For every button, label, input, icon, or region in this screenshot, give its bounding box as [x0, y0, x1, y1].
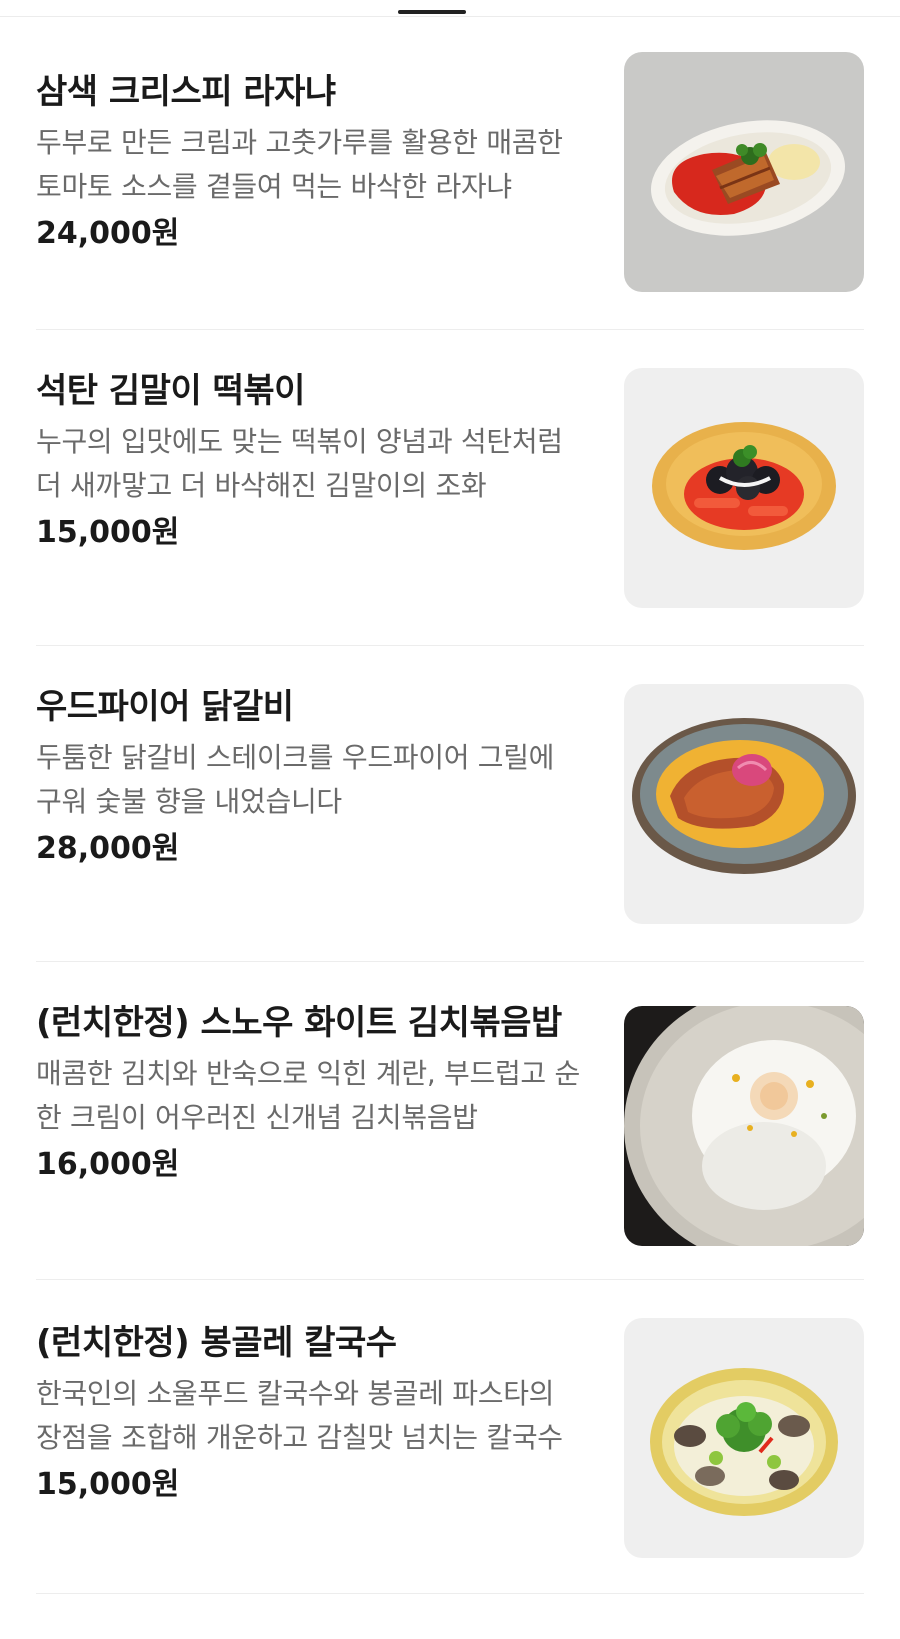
- menu-item-name: 삼색 크리스피 라자냐: [36, 72, 336, 112]
- kimchi-fried-rice-dish-photo[interactable]: [624, 1006, 864, 1246]
- drag-handle[interactable]: [398, 10, 466, 14]
- menu-item-name: 석탄 김말이 떡볶이: [36, 371, 305, 411]
- menu-item-name: 우드파이어 닭갈비: [36, 687, 294, 727]
- menu-item-price: 24,000원: [36, 216, 180, 251]
- menu-item[interactable]: 석탄 김말이 떡볶이 누구의 입맛에도 맞는 떡볶이 양념과 석탄처럼 더 새까…: [36, 330, 864, 646]
- menu-item-price: 15,000원: [36, 515, 180, 550]
- menu-item-description: 두부로 만든 크림과 고춧가루를 활용한 매콤한 토마토 소스를 곁들여 먹는 …: [36, 126, 563, 203]
- menu-item-text: (런치한정) 봉골레 칼국수 한국인의 소울푸드 칼국수와 봉골레 파스타의 장…: [36, 1320, 584, 1506]
- menu-item-price: 16,000원: [36, 1147, 180, 1182]
- menu-item-price: 15,000원: [36, 1467, 180, 1502]
- top-bar: [0, 0, 900, 17]
- menu-item-description: 누구의 입맛에도 맞는 떡볶이 양념과 석탄처럼 더 새까맣고 더 바삭해진 김…: [36, 425, 563, 502]
- menu-item-name: (런치한정) 봉골레 칼국수: [36, 1323, 397, 1363]
- dakgalbi-dish-photo[interactable]: [624, 684, 864, 924]
- menu-item-text: 석탄 김말이 떡볶이 누구의 입맛에도 맞는 떡볶이 양념과 석탄처럼 더 새까…: [36, 368, 584, 554]
- vongole-kalguksu-dish-photo[interactable]: [624, 1318, 864, 1558]
- menu-item-description: 한국인의 소울푸드 칼국수와 봉골레 파스타의 장점을 조합해 개운하고 감칠맛…: [36, 1377, 563, 1454]
- menu-item-text: 우드파이어 닭갈비 두툼한 닭갈비 스테이크를 우드파이어 그릴에 구워 숯불 …: [36, 684, 584, 870]
- menu-item-name: (런치한정) 스노우 화이트 김치볶음밥: [36, 1003, 562, 1043]
- tteokbokki-dish-photo[interactable]: [624, 368, 864, 608]
- lasagna-dish-photo[interactable]: [624, 52, 864, 292]
- menu-item-text: (런치한정) 스노우 화이트 김치볶음밥 매콤한 김치와 반숙으로 익힌 계란,…: [36, 1000, 584, 1186]
- menu-item-description: 매콤한 김치와 반숙으로 익힌 계란, 부드럽고 순한 크림이 어우러진 신개념…: [36, 1057, 580, 1134]
- menu-list: 삼색 크리스피 라자냐 두부로 만든 크림과 고춧가루를 활용한 매콤한 토마토…: [0, 17, 900, 1594]
- menu-item[interactable]: 우드파이어 닭갈비 두툼한 닭갈비 스테이크를 우드파이어 그릴에 구워 숯불 …: [36, 646, 864, 962]
- menu-item[interactable]: (런치한정) 봉골레 칼국수 한국인의 소울푸드 칼국수와 봉골레 파스타의 장…: [36, 1280, 864, 1594]
- menu-item[interactable]: 삼색 크리스피 라자냐 두부로 만든 크림과 고춧가루를 활용한 매콤한 토마토…: [36, 17, 864, 330]
- menu-item-description: 두툼한 닭갈비 스테이크를 우드파이어 그릴에 구워 숯불 향을 내었습니다: [36, 741, 555, 818]
- menu-item-price: 28,000원: [36, 831, 180, 866]
- menu-item[interactable]: (런치한정) 스노우 화이트 김치볶음밥 매콤한 김치와 반숙으로 익힌 계란,…: [36, 962, 864, 1280]
- menu-item-text: 삼색 크리스피 라자냐 두부로 만든 크림과 고춧가루를 활용한 매콤한 토마토…: [36, 69, 584, 255]
